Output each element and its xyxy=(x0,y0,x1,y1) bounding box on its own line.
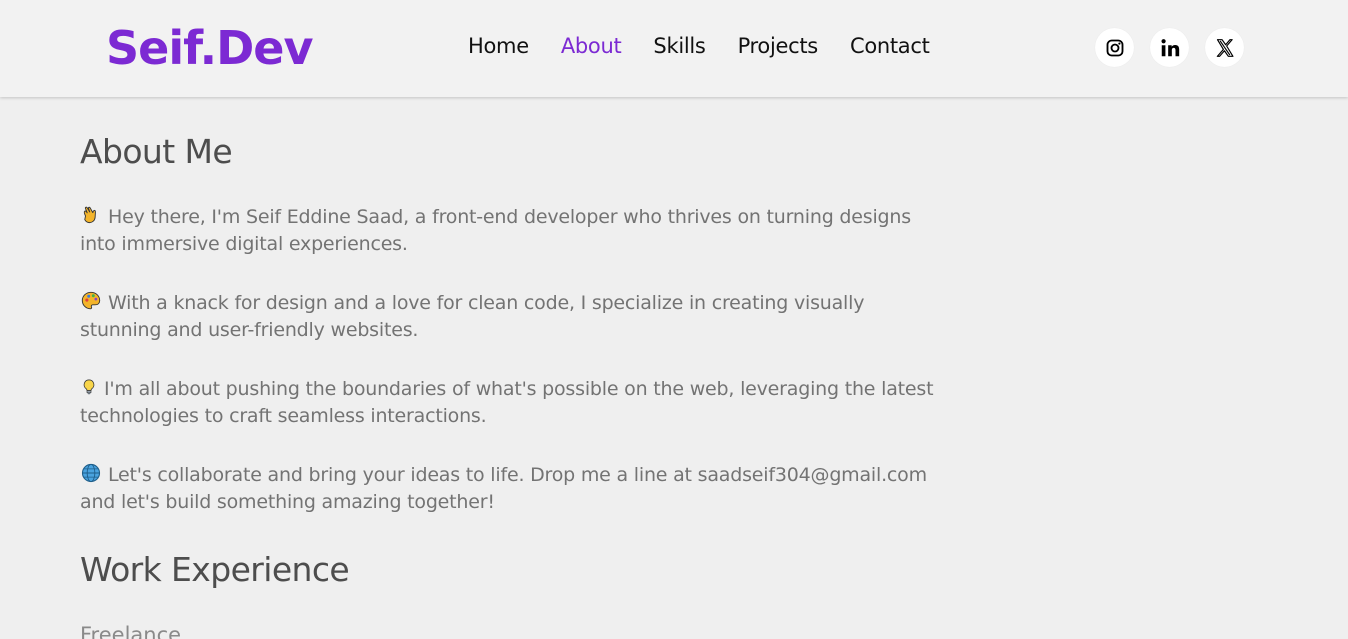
nav-skills[interactable]: Skills xyxy=(653,31,705,61)
nav-home[interactable]: Home xyxy=(468,31,529,61)
about-paragraph: With a knack for design and a love for c… xyxy=(80,291,865,341)
site-header: Seif.Dev Home About Skills Projects Cont… xyxy=(0,0,1348,97)
linkedin-link[interactable] xyxy=(1150,28,1189,67)
about-paragraph: Let's collaborate and bring your ideas t… xyxy=(80,463,927,513)
nav-projects[interactable]: Projects xyxy=(738,31,819,61)
main-nav: Home About Skills Projects Contact xyxy=(468,31,962,61)
work-item-title: Freelance xyxy=(80,623,182,639)
about-paragraph: Hey there, I'm Seif Eddine Saad, a front… xyxy=(80,206,911,255)
site-logo[interactable]: Seif.Dev xyxy=(106,20,313,76)
light-bulb-icon xyxy=(83,379,95,395)
nav-about[interactable]: About xyxy=(561,31,622,61)
about-paragraph: I'm all about pushing the boundaries of … xyxy=(80,378,934,427)
palette-icon xyxy=(81,291,101,310)
x-twitter-icon xyxy=(1216,38,1233,57)
work-experience-title: Work Experience xyxy=(80,550,350,589)
instagram-icon xyxy=(1106,39,1123,56)
social-links xyxy=(1095,28,1244,67)
instagram-link[interactable] xyxy=(1095,28,1134,67)
x-twitter-link[interactable] xyxy=(1205,28,1244,67)
about-title: About Me xyxy=(80,132,233,171)
globe-icon xyxy=(81,463,101,483)
waving-hand-icon xyxy=(83,206,96,224)
linkedin-icon xyxy=(1160,38,1179,56)
nav-contact[interactable]: Contact xyxy=(850,31,930,61)
